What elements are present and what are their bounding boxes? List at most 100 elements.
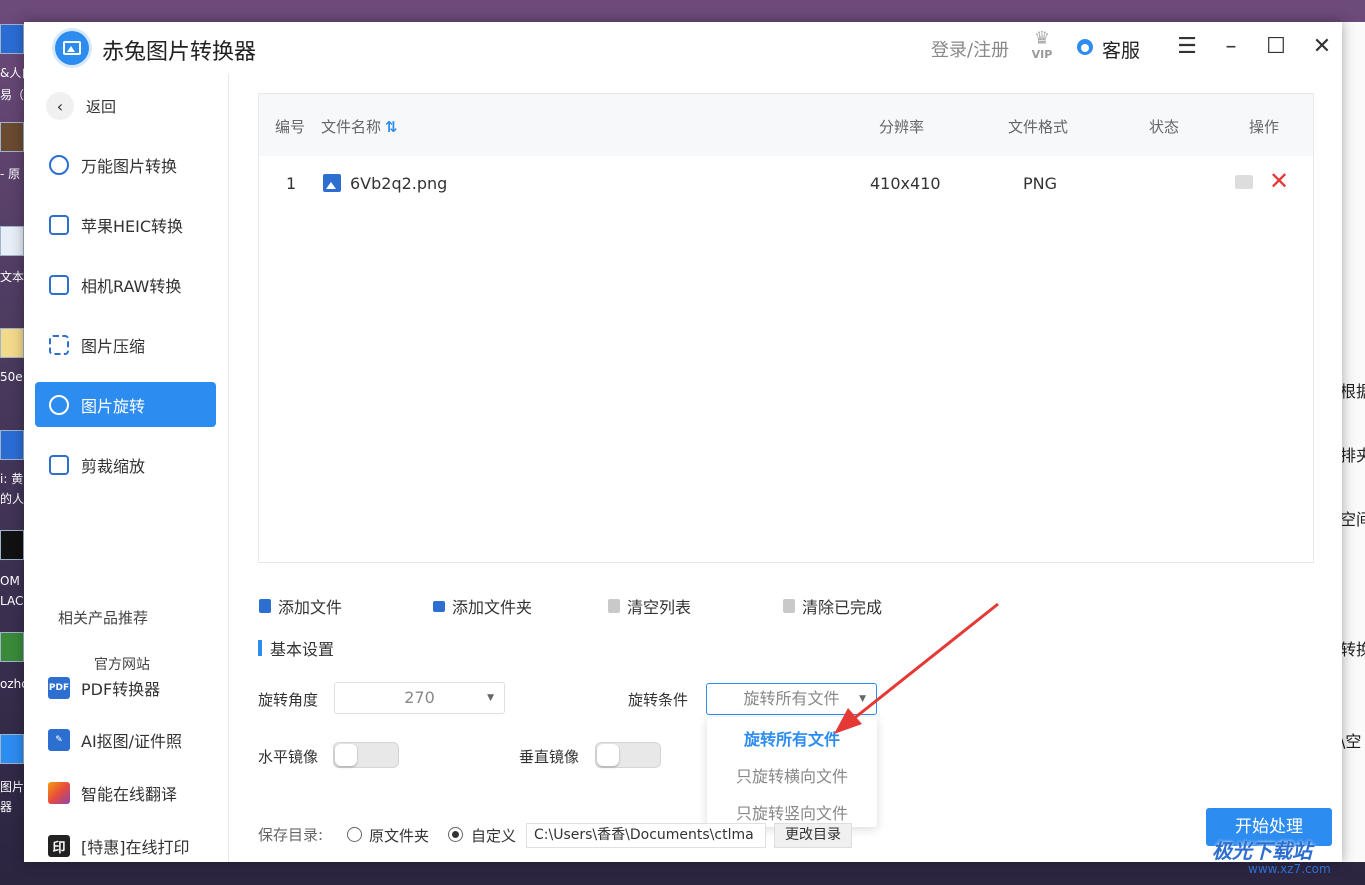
app-icon[interactable] <box>0 530 24 560</box>
desktop-label: ozhc <box>0 677 24 691</box>
product-online-print[interactable]: 印 [特惠]在线打印 <box>48 833 190 859</box>
word-doc-icon[interactable] <box>0 430 24 460</box>
sidebar-item-compress[interactable]: 图片压缩 <box>35 322 216 367</box>
product-label: PDF转换器 <box>81 680 161 699</box>
chevron-left-icon: ‹ <box>46 92 74 120</box>
add-file-icon <box>259 599 271 613</box>
desktop-label: OM <box>0 574 20 588</box>
sort-icon[interactable]: ⇅ <box>385 118 398 136</box>
add-file-button[interactable]: 添加文件 <box>259 594 342 618</box>
desktop-label: 易（ <box>0 88 24 102</box>
sidebar-item-label: 相机RAW转换 <box>81 276 182 296</box>
sidebar-item-raw-convert[interactable]: 相机RAW转换 <box>35 262 216 307</box>
sidebar-item-label: 万能图片转换 <box>81 156 178 176</box>
app-logo-icon <box>55 31 89 65</box>
clear-list-button[interactable]: 清空列表 <box>608 594 691 618</box>
toggle-knob <box>597 744 619 766</box>
change-dir-button[interactable]: 更改目录 <box>774 823 852 848</box>
section-bar <box>258 640 262 656</box>
radio-custom-label[interactable]: 自定义 <box>471 825 516 846</box>
word-doc-icon[interactable] <box>0 24 24 54</box>
image-thumb-icon[interactable] <box>0 122 24 152</box>
app-window: 赤兔图片转换器 登录/注册 ♛ VIP 客服 ☰ – ☐ ✕ ‹ 返回 万能图片转… <box>24 22 1342 862</box>
product-label: 智能在线翻译 <box>81 785 178 804</box>
broom-icon <box>783 599 795 613</box>
sidebar-item-heic-convert[interactable]: 苹果HEIC转换 <box>35 202 216 247</box>
background-text: \空 <box>1340 732 1362 751</box>
toggle-knob <box>335 744 357 766</box>
radio-original-folder[interactable] <box>347 827 362 842</box>
desktop-label: i: 黄 <box>0 472 24 486</box>
table-row[interactable]: 1 6Vb2q2.png 410x410 PNG ✕ <box>259 156 1313 212</box>
header-index: 编号 <box>275 118 306 136</box>
watermark-logo: 极光下载站 <box>1212 839 1312 863</box>
ai-cutout-icon: ✎ <box>48 729 70 751</box>
save-dir-label: 保存目录: <box>258 826 324 844</box>
sidebar-item-rotate[interactable]: 图片旋转 <box>35 382 216 427</box>
close-icon[interactable]: ✕ <box>1307 32 1337 62</box>
customer-service-link[interactable]: 客服 <box>1102 36 1140 63</box>
desktop-label: &人白 <box>0 66 24 80</box>
clear-done-button[interactable]: 清除已完成 <box>783 594 882 618</box>
section-basic-settings: 基本设置 <box>258 636 334 660</box>
header-action: 操作 <box>1249 118 1280 136</box>
product-translate[interactable]: 智能在线翻译 <box>48 780 177 806</box>
archive-icon[interactable] <box>0 632 24 662</box>
add-folder-button[interactable]: 添加文件夹 <box>433 594 532 618</box>
cell-name: 6Vb2q2.png <box>323 174 447 193</box>
app-title: 赤兔图片转换器 <box>102 40 257 65</box>
caret-down-icon: ▼ <box>859 694 866 704</box>
official-site-link[interactable]: 官方网站 <box>94 654 150 674</box>
cell-format: PNG <box>1023 174 1058 193</box>
folder-icon[interactable] <box>0 328 24 358</box>
rotate-condition-select[interactable]: 旋转所有文件 ▼ <box>706 683 877 715</box>
header-status: 状态 <box>1149 118 1180 136</box>
open-folder-icon[interactable] <box>1235 175 1253 189</box>
desktop-label: 图片 <box>0 780 24 794</box>
desktop-label: LAC <box>0 594 24 608</box>
radio-original-label[interactable]: 原文件夹 <box>369 825 429 846</box>
header-name[interactable]: 文件名称 ⇅ <box>321 116 398 137</box>
radio-custom-folder[interactable] <box>448 827 463 842</box>
sidebar-item-universal-convert[interactable]: 万能图片转换 <box>35 142 216 187</box>
add-folder-icon <box>433 600 445 612</box>
sidebar-item-crop[interactable]: 剪裁缩放 <box>35 442 216 487</box>
rotate-angle-label: 旋转角度 <box>258 691 319 709</box>
compress-icon <box>49 334 69 355</box>
recommend-title: 相关产品推荐 <box>58 609 149 627</box>
rotate-angle-select[interactable]: 270 ▼ <box>334 682 505 714</box>
option-rotate-landscape[interactable]: 只旋转横向文件 <box>707 763 877 787</box>
text-doc-icon[interactable] <box>0 226 24 256</box>
horizontal-mirror-toggle[interactable] <box>333 742 399 768</box>
customer-service-icon[interactable] <box>1077 39 1093 55</box>
product-label: [特惠]在线打印 <box>81 838 190 857</box>
hamburger-icon[interactable]: ☰ <box>1172 32 1202 62</box>
maximize-icon[interactable]: ☐ <box>1261 32 1291 62</box>
product-ai-cutout[interactable]: ✎ AI抠图/证件照 <box>48 727 182 753</box>
vip-crown-icon[interactable]: ♛ VIP <box>1028 30 1056 62</box>
section-title-text: 基本设置 <box>270 640 335 659</box>
back-button[interactable]: ‹ 返回 <box>46 91 116 121</box>
rotate-condition-dropdown: 旋转所有文件 只旋转横向文件 只旋转竖向文件 <box>707 717 877 827</box>
option-rotate-all[interactable]: 旋转所有文件 <box>707 726 877 750</box>
vertical-mirror-toggle[interactable] <box>595 742 661 768</box>
header-format: 文件格式 <box>1008 118 1069 136</box>
product-pdf-converter[interactable]: PDF PDF转换器 <box>48 675 160 701</box>
horizontal-mirror-label: 水平镜像 <box>258 748 319 766</box>
option-rotate-portrait[interactable]: 只旋转竖向文件 <box>707 800 877 824</box>
desktop-label: 文本 <box>0 270 24 284</box>
delete-icon[interactable]: ✕ <box>1269 167 1289 195</box>
background-text: 排夹 <box>1340 446 1365 465</box>
login-register-link[interactable]: 登录/注册 <box>931 36 1009 62</box>
image-converter-shortcut-icon[interactable] <box>0 734 24 764</box>
sidebar-item-label: 图片压缩 <box>81 336 146 356</box>
pdf-icon: PDF <box>48 677 70 699</box>
file-table: 编号 文件名称 ⇅ 分辨率 文件格式 状态 操作 1 6Vb2q2.png 410… <box>258 93 1314 563</box>
sidebar-item-label: 图片旋转 <box>81 396 146 416</box>
save-path-input[interactable]: C:\Users\香香\Documents\ctlma <box>526 823 766 848</box>
watermark-url: www.xz7.com <box>1248 862 1331 876</box>
background-text: 转换 <box>1340 640 1365 659</box>
minimize-icon[interactable]: – <box>1216 32 1246 62</box>
translate-icon <box>48 782 70 804</box>
crop-icon <box>49 454 69 475</box>
